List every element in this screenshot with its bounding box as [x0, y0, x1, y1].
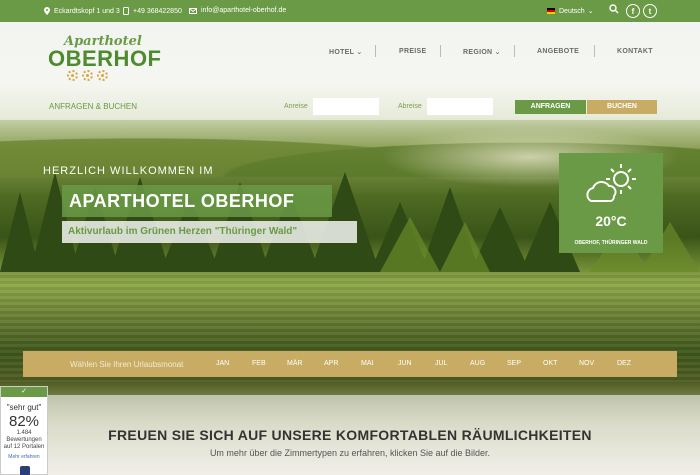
envelope-icon [189, 7, 197, 14]
nav-preise[interactable]: PREISE [399, 48, 426, 55]
nav-hotel[interactable]: HOTEL ⌄ [329, 48, 363, 56]
rating-count: 1.484 [16, 430, 32, 436]
trust-badge-icon [20, 466, 30, 475]
location-pin-icon [44, 7, 50, 15]
twitter-icon[interactable]: t [643, 4, 657, 18]
address-text: Eckardtskopf 1 und 3 [54, 7, 120, 15]
rating-quality: "sehr gut" [6, 403, 42, 412]
email[interactable]: info@aparthotel-oberhof.de [189, 7, 286, 14]
nav-separator [514, 45, 515, 57]
check-icon: ✓ [1, 387, 47, 397]
nav-separator [440, 45, 441, 57]
nav-region[interactable]: REGION ⌄ [463, 48, 501, 56]
departure-label: Abreise [398, 103, 422, 110]
month-mai[interactable]: MAI [361, 360, 373, 367]
booking-bar: ANFRAGEN & BUCHEN Anreise Abreise ANFRAG… [0, 95, 700, 119]
month-prompt: Wählen Sie Ihren Urlaubsmonat [70, 360, 184, 369]
address: Eckardtskopf 1 und 3 [44, 7, 120, 15]
rooms-lead: Um mehr über die Zimmertypen zu erfahren… [209, 448, 491, 458]
book-button[interactable]: BUCHEN [587, 100, 657, 114]
arrival-label: Anreise [284, 103, 308, 110]
nav-region-label: REGION [463, 49, 493, 56]
weather-location: OBERHOF, THÜRINGER WALD [574, 240, 648, 246]
facebook-icon[interactable]: f [626, 4, 640, 18]
nav-hotel-label: HOTEL [329, 49, 355, 56]
top-bar: Eckardtskopf 1 und 3 +49 368422850 info@… [0, 0, 700, 22]
month-aug[interactable]: AUG [470, 360, 485, 367]
welcome-text: HERZLICH WILLKOMMEN IM [43, 165, 214, 177]
email-text[interactable]: info@aparthotel-oberhof.de [201, 7, 286, 14]
rating-reviews: Bewertungen [6, 437, 42, 443]
month-jul[interactable]: JUL [435, 360, 447, 367]
rating-portals: auf 12 Portalen [3, 444, 45, 450]
hero-title: APARTHOTEL OBERHOF [62, 185, 332, 217]
sun-icon [97, 70, 108, 81]
month-sep[interactable]: SEP [507, 360, 521, 367]
nav-separator [375, 45, 376, 57]
nav-kontakt[interactable]: KONTAKT [617, 48, 653, 55]
partly-sunny-icon [586, 164, 636, 202]
month-okt[interactable]: OKT [543, 360, 557, 367]
nav-angebote[interactable]: ANGEBOTE [537, 48, 579, 55]
month-dez[interactable]: DEZ [617, 360, 631, 367]
search-icon[interactable] [609, 4, 619, 16]
departure-input[interactable] [427, 98, 493, 115]
month-nov[interactable]: NOV [579, 360, 594, 367]
month-jan[interactable]: JAN [216, 360, 229, 367]
booking-label: ANFRAGEN & BUCHEN [49, 102, 138, 111]
month-bar: Wählen Sie Ihren Urlaubsmonat JAN FEB MÄ… [23, 351, 677, 377]
phone-text[interactable]: +49 368422850 [133, 8, 182, 15]
month-jun[interactable]: JUN [398, 360, 412, 367]
phone[interactable]: +49 368422850 [123, 7, 182, 15]
sun-icon [67, 70, 78, 81]
sun-icon [82, 70, 93, 81]
month-mar[interactable]: MÄR [287, 360, 303, 367]
arrival-input[interactable] [313, 98, 379, 115]
month-feb[interactable]: FEB [252, 360, 266, 367]
rating-percent: 82% [8, 413, 40, 430]
logo-main[interactable]: OBERHOF [48, 46, 162, 72]
language-label: Deutsch [559, 7, 585, 15]
chevron-down-icon: ⌄ [587, 8, 594, 15]
phone-icon [123, 7, 129, 15]
hero-subtitle: Aktivurlaub im Grünen Herzen "Thüringer … [62, 221, 357, 243]
rating-more-link[interactable]: Mehr erfahren [1, 454, 47, 460]
month-apr[interactable]: APR [324, 360, 338, 367]
language-select[interactable]: Deutsch ⌄ [547, 7, 594, 15]
logo-suns [67, 70, 108, 81]
rating-widget[interactable]: ✓ "sehr gut" 82% 1.484 Bewertungen auf 1… [0, 386, 48, 475]
nav-separator [594, 45, 595, 57]
german-flag-icon [547, 8, 555, 14]
temperature: 20°C [595, 213, 627, 229]
inquire-button[interactable]: ANFRAGEN [515, 100, 586, 114]
rooms-heading: FREUEN SIE SICH AUF UNSERE KOMFORTABLEN … [108, 427, 592, 443]
weather-widget: 20°C OBERHOF, THÜRINGER WALD [559, 153, 663, 253]
